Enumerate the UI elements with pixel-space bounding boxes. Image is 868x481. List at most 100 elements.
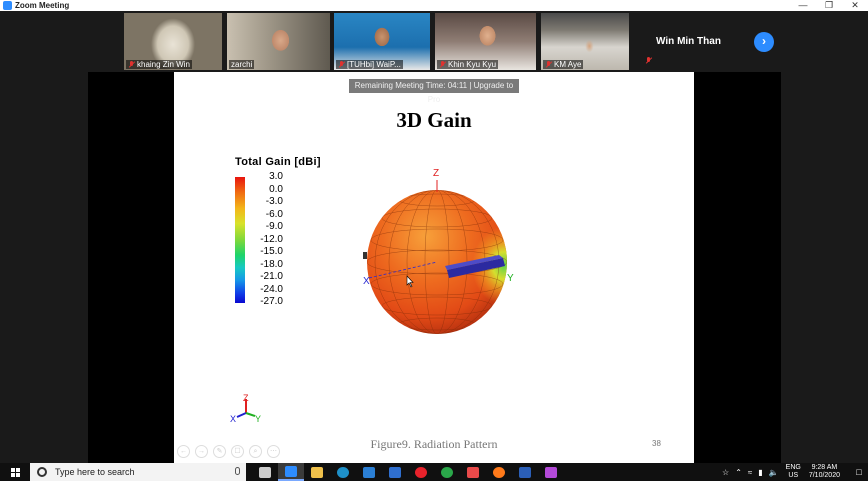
- search-placeholder: Type here to search: [55, 467, 135, 477]
- participant-name: khaing Zin Win: [137, 60, 190, 69]
- axis-label-x: X: [363, 276, 370, 287]
- legend-tick: -21.0: [260, 271, 283, 283]
- slide-title: 3D Gain: [396, 108, 472, 132]
- taskbar-search-box[interactable]: Type here to search: [30, 463, 246, 481]
- zoom-icon[interactable]: ⌕: [249, 445, 262, 458]
- store-icon: [363, 466, 375, 478]
- windows-logo-icon: [10, 467, 20, 477]
- firefox-icon: [493, 466, 505, 478]
- participant-gallery: khaing Zin Win zarchi [TUHbi] WaiP... Kh…: [0, 11, 868, 72]
- opera-taskbar-button[interactable]: [408, 463, 434, 481]
- battery-icon[interactable]: ▮: [758, 468, 762, 477]
- participant-tile-video-off[interactable]: Win Min Than: [633, 13, 744, 70]
- legend-tick: -9.0: [265, 221, 283, 233]
- store-taskbar-button[interactable]: [356, 463, 382, 481]
- participant-tile[interactable]: Khin Kyu Kyu: [435, 13, 536, 70]
- remaining-time-banner[interactable]: Remaining Meeting Time: 04:11 | Upgrade …: [349, 79, 519, 104]
- slide-page-number: 38: [652, 439, 661, 448]
- other-taskbar-button[interactable]: [538, 463, 564, 481]
- participant-name: [TUHbi] WaiP...: [347, 60, 401, 69]
- mic-muted-icon: [338, 61, 345, 68]
- windows-taskbar: Type here to search ☆ ⌃ ≈ ▮ 🔈 ENG US 9:2…: [0, 463, 868, 481]
- clock-time: 9:28 AM: [811, 464, 838, 471]
- gallery-next-page-button[interactable]: ›: [754, 32, 774, 52]
- participant-name: zarchi: [231, 60, 253, 69]
- word-icon: [519, 466, 531, 478]
- next-slide-icon[interactable]: →: [195, 445, 208, 458]
- zoom-icon: [285, 465, 297, 477]
- window-title-bar: Zoom Meeting — ❐ ✕: [0, 0, 868, 11]
- firefox-taskbar-button[interactable]: [486, 463, 512, 481]
- cortana-icon: [37, 467, 47, 477]
- participant-name: KM Aye: [554, 60, 582, 69]
- file-explorer-taskbar-button[interactable]: [304, 463, 330, 481]
- restore-button[interactable]: ❐: [816, 0, 842, 11]
- volume-icon[interactable]: 🔈: [769, 468, 779, 477]
- microphone-icon[interactable]: [235, 467, 240, 475]
- axis-triad-icon: Z X Y: [230, 393, 261, 424]
- file-explorer-icon: [311, 466, 323, 478]
- axis-label-z: Z: [433, 168, 439, 179]
- legend-tick: 3.0: [269, 171, 283, 182]
- minimize-button[interactable]: —: [790, 0, 816, 11]
- legend-tick: -6.0: [265, 208, 283, 220]
- word-taskbar-button[interactable]: [512, 463, 538, 481]
- legend-tick: -15.0: [260, 246, 283, 258]
- task-view-icon: [259, 466, 271, 478]
- participant-name: Khin Kyu Kyu: [448, 60, 497, 69]
- close-button[interactable]: ✕: [842, 0, 868, 11]
- chrome-canary-icon: [441, 466, 453, 478]
- people-icon[interactable]: ☆: [722, 468, 729, 477]
- more-options-icon[interactable]: ⋯: [267, 445, 280, 458]
- task-view-taskbar-button[interactable]: [252, 463, 278, 481]
- mail-icon: [389, 466, 401, 478]
- edge-icon: [337, 466, 349, 478]
- slide-controls: ← → ✎ ☐ ⌕ ⋯: [177, 445, 280, 458]
- taskbar-clock[interactable]: 9:28 AM 7/10/2020: [809, 464, 840, 480]
- show-hidden-icons-icon[interactable]: ⌃: [735, 468, 742, 477]
- legend-tick: -3.0: [265, 196, 283, 208]
- mic-muted-icon: [439, 61, 446, 68]
- legend-ticks: 3.0 0.0 -3.0 -6.0 -9.0 -12.0 -15.0 -18.0…: [248, 171, 283, 309]
- start-button[interactable]: [0, 463, 30, 481]
- mic-muted-icon: [545, 61, 552, 68]
- opera-icon: [415, 466, 427, 478]
- legend-tick: -27.0: [260, 296, 283, 308]
- participant-tile[interactable]: [TUHbi] WaiP...: [334, 13, 430, 70]
- legend-tick: -24.0: [260, 283, 283, 295]
- zoom-app-icon: [3, 1, 12, 10]
- window-title: Zoom Meeting: [15, 1, 70, 10]
- participant-tile[interactable]: khaing Zin Win: [124, 13, 222, 70]
- previous-slide-icon[interactable]: ←: [177, 445, 190, 458]
- svg-text:Y: Y: [255, 414, 261, 424]
- wifi-icon[interactable]: ≈: [748, 468, 752, 477]
- pen-icon[interactable]: ✎: [213, 445, 226, 458]
- chrome-canary-taskbar-button[interactable]: [434, 463, 460, 481]
- input-language-indicator[interactable]: ENG US: [786, 464, 801, 480]
- paint-icon: [467, 466, 479, 478]
- gain-color-scale: [235, 177, 245, 303]
- paint-taskbar-button[interactable]: [460, 463, 486, 481]
- zoom-taskbar-button[interactable]: [278, 463, 304, 481]
- participant-name: Win Min Than: [656, 36, 721, 47]
- axis-label-y: Y: [507, 273, 514, 284]
- chevron-right-icon: ›: [762, 34, 766, 48]
- mic-muted-icon: [645, 57, 652, 64]
- clock-date: 7/10/2020: [808, 472, 840, 479]
- mail-taskbar-button[interactable]: [382, 463, 408, 481]
- legend-tick: -18.0: [260, 258, 283, 270]
- action-center-icon[interactable]: □: [850, 467, 868, 477]
- legend-title: Total Gain [dBi]: [235, 156, 321, 168]
- slides-overview-icon[interactable]: ☐: [231, 445, 244, 458]
- svg-text:Z: Z: [243, 393, 249, 403]
- participant-tile[interactable]: KM Aye: [541, 13, 629, 70]
- taskbar-apps: [252, 463, 564, 481]
- participant-tile[interactable]: zarchi: [227, 13, 330, 70]
- svg-text:X: X: [230, 414, 236, 424]
- legend-tick: 0.0: [269, 183, 283, 195]
- legend-tick: -12.0: [260, 233, 283, 245]
- edge-taskbar-button[interactable]: [330, 463, 356, 481]
- system-tray: ☆ ⌃ ≈ ▮ 🔈 ENG US 9:28 AM 7/10/2020 □: [719, 463, 868, 481]
- radiation-pattern-3d: Z X Y: [363, 168, 514, 334]
- mic-muted-icon: [128, 61, 135, 68]
